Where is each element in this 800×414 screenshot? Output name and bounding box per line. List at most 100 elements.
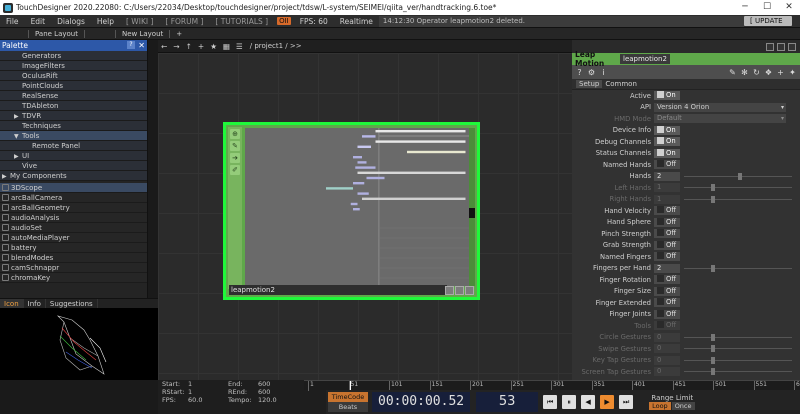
param-toggle[interactable]: Off (654, 229, 680, 239)
param-toggle[interactable]: On (654, 125, 680, 135)
grid-icon[interactable]: ▦ (220, 42, 233, 51)
goto-start-button[interactable]: ⏮ (543, 395, 558, 409)
close-button[interactable]: ✕ (778, 0, 800, 15)
param-number-field[interactable]: 1 (654, 194, 680, 204)
slider-handle[interactable] (711, 195, 715, 203)
param-toggle[interactable]: On (654, 148, 680, 158)
menu-help[interactable]: Help (91, 17, 120, 26)
component-item[interactable]: chromaKey (0, 273, 147, 283)
component-item[interactable]: blendModes (0, 253, 147, 263)
param-slider[interactable] (684, 368, 792, 376)
slider-handle[interactable] (738, 172, 742, 180)
param-slider[interactable] (684, 195, 792, 203)
node-scrollbar[interactable] (469, 128, 475, 286)
pen-icon[interactable]: ✐ (230, 165, 240, 175)
component-item[interactable]: camSchnappr (0, 263, 147, 273)
bypass-flag[interactable] (445, 286, 454, 295)
palette-item[interactable]: PointClouds (0, 81, 147, 91)
param-toggle[interactable]: Off (654, 275, 680, 285)
param-toggle[interactable]: Off (654, 321, 680, 331)
slider-handle[interactable] (711, 356, 715, 364)
palette-item[interactable]: Techniques (0, 121, 147, 131)
arrow-icon[interactable]: ➔ (230, 153, 240, 163)
expand-right-icon[interactable]: ▶ (2, 172, 10, 182)
expand-down-icon[interactable]: ▼ (14, 132, 22, 142)
beats-mode-button[interactable]: Beats (328, 402, 368, 412)
slider-handle[interactable] (711, 345, 715, 353)
palette-item[interactable]: Generators (0, 51, 147, 61)
scroll-handle[interactable] (469, 208, 475, 218)
help-icon[interactable]: ? (575, 68, 584, 77)
slider-handle[interactable] (711, 184, 715, 192)
param-toggle[interactable]: Off (654, 240, 680, 250)
back-icon[interactable]: ← (158, 42, 170, 51)
viewer-toggle-icon[interactable]: ⊕ (230, 129, 240, 139)
param-toggle[interactable]: Off (654, 286, 680, 296)
component-item[interactable]: audioSet (0, 223, 147, 233)
end-value[interactable]: 600 (258, 380, 298, 388)
add-icon[interactable]: + (776, 68, 785, 77)
tab-common[interactable]: Common (602, 80, 640, 88)
edit-icon[interactable]: ✎ (230, 141, 240, 151)
param-toggle[interactable]: On (654, 137, 680, 147)
settings-icon[interactable]: ⚙ (587, 68, 596, 77)
play-reverse-button[interactable]: ◀ (581, 395, 596, 409)
palette-item[interactable]: RealSense (0, 91, 147, 101)
pause-button[interactable]: ⏸ (562, 395, 577, 409)
slider-handle[interactable] (711, 333, 715, 341)
new-layout-tab[interactable]: New Layout (114, 29, 171, 38)
tutorials-link[interactable]: [ TUTORIALS ] (209, 17, 274, 26)
display-flag[interactable] (465, 286, 474, 295)
start-value[interactable]: 1 (188, 380, 228, 388)
pen-icon[interactable]: ✎ (728, 68, 737, 77)
param-slider[interactable] (684, 172, 792, 180)
up-icon[interactable]: ↑ (183, 42, 195, 51)
palette-item[interactable]: ▶ UI (0, 151, 147, 161)
param-number-field[interactable]: 1 (654, 183, 680, 193)
param-slider[interactable] (684, 184, 792, 192)
loop-button[interactable]: Loop (649, 402, 671, 410)
once-button[interactable]: Once (671, 402, 695, 410)
oii-badge[interactable]: OII (277, 17, 291, 25)
tab-info[interactable]: Info (24, 298, 46, 309)
component-item[interactable]: 3DScope (0, 183, 147, 193)
tab-icon[interactable]: Icon (0, 298, 24, 309)
minimize-button[interactable]: ─ (734, 0, 756, 15)
param-number-field[interactable]: 2 (654, 263, 680, 273)
lock-flag[interactable] (455, 286, 464, 295)
param-toggle[interactable]: Off (654, 206, 680, 216)
timecode-display[interactable]: 00:00:00.52 (372, 392, 471, 412)
param-toggle[interactable]: Off (654, 298, 680, 308)
palette-item[interactable]: Remote Panel (0, 141, 147, 151)
component-item[interactable]: autoMediaPlayer (0, 233, 147, 243)
maximize-button[interactable]: ☐ (756, 0, 778, 15)
play-button[interactable]: ▶ (600, 395, 615, 409)
palette-item[interactable]: ▼ Tools (0, 131, 147, 141)
tab-suggestions[interactable]: Suggestions (46, 298, 98, 309)
home-icon[interactable]: + (195, 42, 207, 51)
param-toggle[interactable]: Off (654, 252, 680, 262)
component-item[interactable]: arcBallCamera (0, 193, 147, 203)
frame-display[interactable]: 53 (476, 392, 539, 412)
param-slider[interactable] (684, 333, 792, 341)
refresh-icon[interactable]: ↻ (752, 68, 761, 77)
palette-help-icon[interactable]: ? (127, 41, 135, 49)
info-icon[interactable]: i (599, 68, 608, 77)
palette-close-icon[interactable]: ✕ (138, 40, 145, 51)
bookmark-icon[interactable]: ★ (207, 42, 220, 51)
update-button[interactable]: [ UPDATE ] (744, 16, 792, 35)
python-icon[interactable]: ❖ (764, 68, 773, 77)
palette-item[interactable]: Vive (0, 161, 147, 171)
palette-item[interactable]: ImageFilters (0, 61, 147, 71)
close-pane-icon[interactable] (788, 42, 796, 51)
tab-setup[interactable]: Setup (576, 80, 603, 88)
palette-item[interactable]: TDAbleton (0, 101, 147, 111)
slider-handle[interactable] (711, 264, 715, 272)
list-icon[interactable]: ☰ (233, 42, 246, 51)
pane-layout-button[interactable]: Pane Layout (28, 29, 85, 38)
param-number-field[interactable]: 0 (654, 355, 680, 365)
menu-dialogs[interactable]: Dialogs (51, 17, 91, 26)
param-number-field[interactable]: 0 (654, 332, 680, 342)
forum-link[interactable]: [ FORUM ] (159, 17, 209, 26)
operator-name-field[interactable]: leapmotion2 (620, 54, 670, 64)
